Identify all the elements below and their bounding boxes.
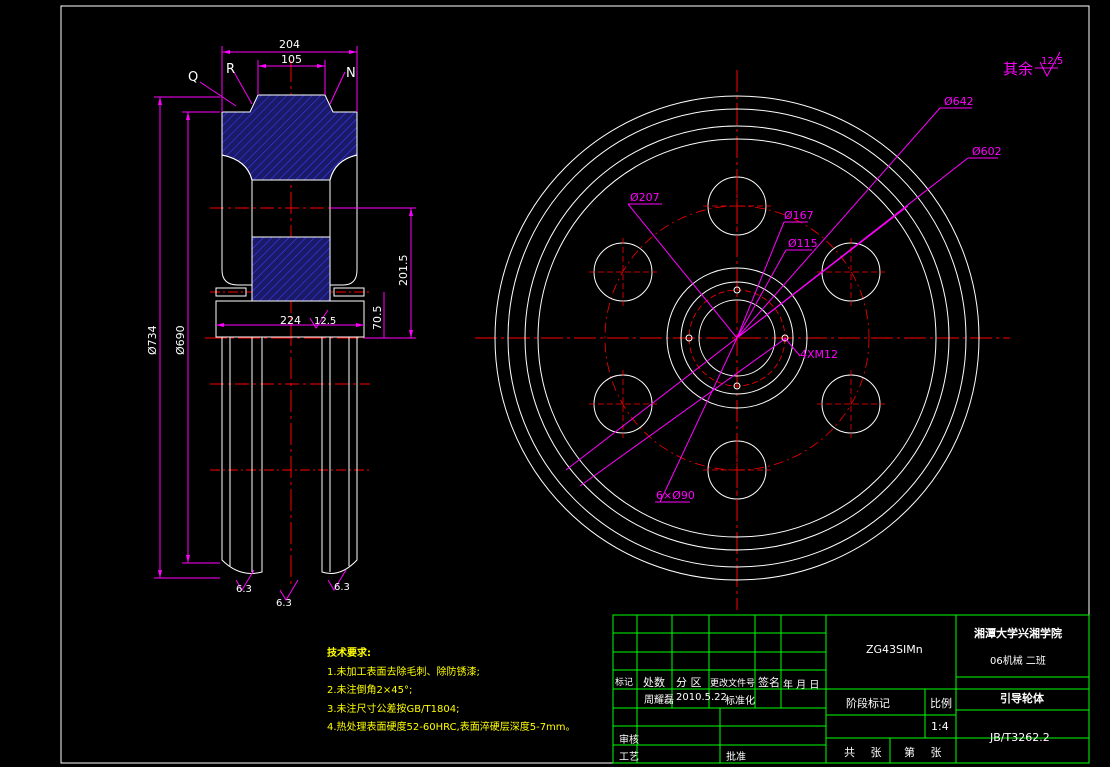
header-change-doc: 更改文件号 [710, 679, 756, 689]
dim-125-mid: 12.5 [314, 316, 336, 327]
dim-602: Ø602 [972, 145, 1002, 158]
leader-r [233, 71, 253, 105]
side-view: 204 105 Q R N 224 12.5 6.3 6.3 6.3 Ø734 … [146, 38, 416, 609]
material-text: ZG43SIMn [866, 643, 923, 656]
header-date: 年 月 日 [783, 680, 820, 691]
class-name: 06机械 二班 [990, 656, 1046, 667]
header-count: 处数 [643, 676, 665, 689]
dim-207: Ø207 [630, 191, 660, 204]
total-sheets: 共 张 [844, 746, 888, 759]
sheet-no: 第 张 [904, 746, 948, 759]
standard-no: JB/T3262.2 [990, 731, 1050, 744]
dim-224: 224 [280, 314, 301, 327]
dim-holes: 6×Ø90 [656, 489, 695, 502]
scale-value: 1:4 [931, 720, 949, 733]
dim-204: 204 [279, 38, 300, 51]
dim-63-b: 6.3 [334, 582, 350, 593]
dim-2015: 201.5 [397, 255, 410, 287]
label-r: R [226, 62, 235, 77]
dim-705: 70.5 [371, 306, 384, 331]
stage-mark: 阶段标记 [846, 697, 890, 710]
header-mark: 标记 [615, 678, 634, 688]
leader-n [329, 71, 346, 105]
front-view: Ø642 Ø602 Ø207 Ø167 Ø115 4XM12 6×Ø90 其余 … [475, 51, 1063, 610]
review-label: 审核 [619, 735, 639, 746]
dim-63-a: 6.3 [276, 598, 292, 609]
leader-642 [736, 107, 941, 339]
note-item-4: 4.热处理表面硬度52-60HRC,表面淬硬层深度5-7mm。 [327, 722, 576, 733]
note-item-2: 2.未注倒角2×45°; [327, 685, 413, 696]
leader-115 [736, 249, 787, 339]
dim-115: Ø115 [788, 237, 818, 250]
side-section-upper [221, 94, 358, 181]
design-date: 2010.5.22 [676, 692, 727, 703]
leader-207 [627, 203, 738, 339]
leader-q [199, 81, 237, 107]
side-lower-outline [221, 337, 358, 574]
standardize-label: 标准化 [725, 696, 755, 707]
dim-105: 105 [281, 53, 302, 66]
dim-m12: 4XM12 [800, 348, 838, 361]
note-item-1: 1.未加工表面去除毛刺、除防锈漆; [327, 666, 480, 678]
technical-notes: 技术要求: 1.未加工表面去除毛刺、除防锈漆; 2.未注倒角2×45°; 3.未… [327, 645, 576, 738]
side-section-hub [251, 236, 331, 302]
approve-label: 批准 [726, 752, 746, 763]
dim-734: Ø734 [146, 325, 159, 355]
school-name: 湘潭大学兴湘学院 [974, 627, 1062, 640]
part-name: 引导轮体 [1000, 692, 1044, 705]
dim-642: Ø642 [944, 95, 974, 108]
dim-167: Ø167 [784, 209, 814, 222]
header-zone: 分 区 [676, 676, 702, 689]
dim-63-c: 6.3 [236, 584, 252, 595]
label-n: N [346, 66, 356, 81]
notes-title: 技术要求: [327, 648, 371, 659]
designer-name: 周耀磊 [644, 695, 674, 706]
note-item-3: 3.未注尺寸公差按GB/T1804; [327, 703, 460, 715]
dim-690: Ø690 [174, 325, 187, 355]
roughness-other-value: 12.5 [1041, 56, 1063, 67]
process-label: 工艺 [619, 752, 639, 763]
roughness-other-label: 其余 [1003, 60, 1033, 78]
scale-label: 比例 [930, 697, 952, 710]
label-q: Q [188, 70, 198, 85]
header-signature: 签名 [758, 676, 780, 689]
roughness-symbol-a [279, 579, 299, 601]
